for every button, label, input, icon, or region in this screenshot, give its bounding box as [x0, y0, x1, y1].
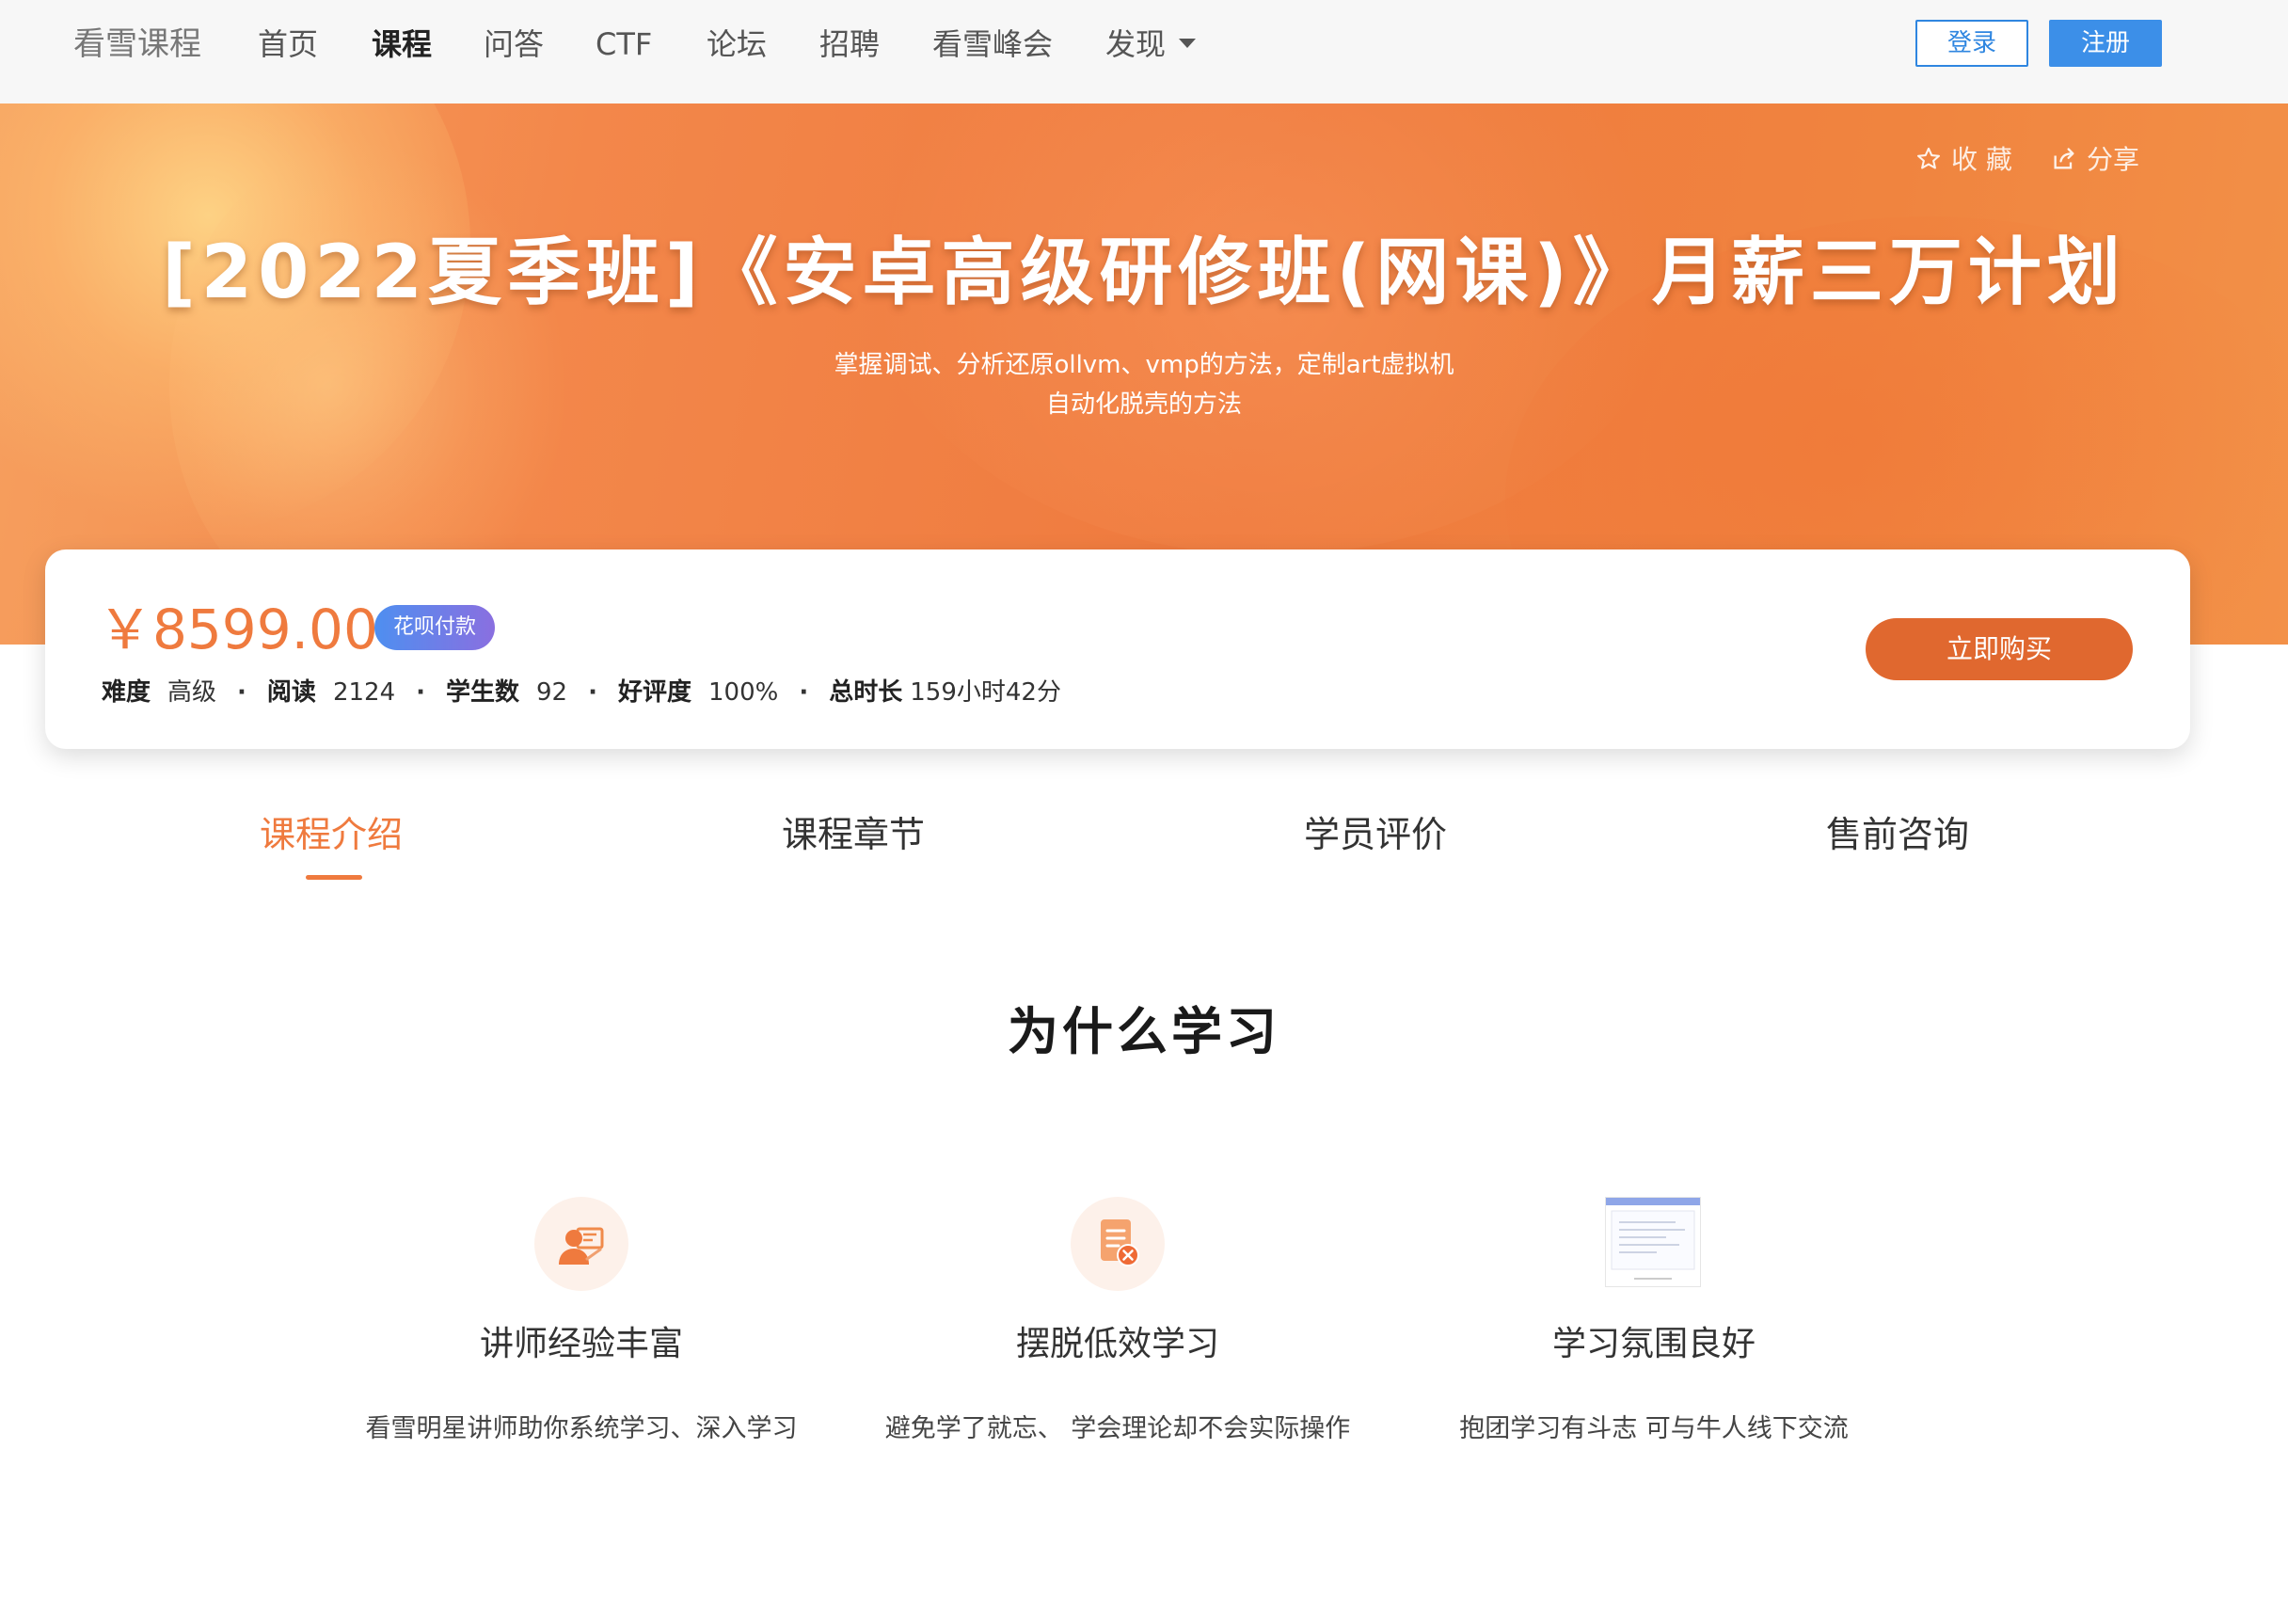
tab-course-chapters[interactable]: 课程章节: [782, 811, 925, 858]
reads-label: 阅读: [266, 678, 316, 707]
duration-value: 159小时42分: [910, 678, 1061, 707]
feature-title: 摆脱低效学习: [1015, 1325, 1219, 1363]
difficulty-value: 高级: [167, 678, 217, 707]
feature-title: 讲师经验丰富: [479, 1325, 683, 1363]
separator-dot: ·: [237, 678, 246, 707]
duration-label: 总时长: [829, 678, 903, 707]
chevron-down-icon: [1179, 39, 1197, 48]
tab-presale-consult[interactable]: 售前咨询: [1826, 811, 1969, 858]
why-study-title: 为什么学习: [1008, 1002, 1280, 1061]
buy-now-button[interactable]: 立即购买: [1866, 618, 2133, 680]
share-label: 分享: [2087, 144, 2140, 175]
feature-description: 避免学了就忘、 学会理论却不会实际操作: [884, 1414, 1351, 1443]
reads-value: 2124: [332, 678, 396, 707]
nav-item-home[interactable]: 首页: [258, 24, 318, 64]
screenshot-thumbnail: [1605, 1197, 1701, 1287]
huabei-payment-badge: 花呗付款: [374, 605, 496, 650]
register-button[interactable]: 注册: [2049, 20, 2162, 67]
rating-label: 好评度: [618, 678, 692, 707]
feature-title: 学习氛围良好: [1551, 1325, 1756, 1363]
document-cancel-icon: [1071, 1197, 1165, 1291]
brand-logo[interactable]: 看雪课程: [73, 24, 201, 64]
nav-item-discover-label: 发现: [1105, 26, 1167, 62]
nav-item-forum[interactable]: 论坛: [707, 24, 767, 64]
course-subtitle-line1: 掌握调试、分析还原ollvm、vmp的方法，定制art虚拟机: [834, 351, 1454, 379]
top-nav: 看雪课程 首页 课程 问答 CTF 论坛 招聘 看雪峰会 发现 登录 注册: [0, 0, 2288, 103]
nav-item-qa[interactable]: 问答: [484, 24, 544, 64]
nav-item-discover[interactable]: 发现: [1105, 24, 1197, 64]
separator-dot: ·: [588, 678, 597, 707]
nav-item-jobs[interactable]: 招聘: [819, 24, 880, 64]
favorite-label: 收 藏: [1951, 144, 2012, 175]
tab-student-reviews[interactable]: 学员评价: [1304, 811, 1447, 858]
feature-description: 抱团学习有斗志 可与牛人线下交流: [1459, 1414, 1849, 1443]
course-title: [2022夏季班]《安卓高级研修班(网课)》月薪三万计划: [162, 231, 2126, 315]
difficulty-label: 难度: [102, 678, 151, 707]
nav-item-courses[interactable]: 课程: [372, 24, 432, 64]
separator-dot: ·: [799, 678, 809, 707]
teacher-icon: [534, 1197, 628, 1291]
share-button[interactable]: 分享: [2051, 143, 2139, 177]
course-subtitle-line2: 自动化脱壳的方法: [1045, 390, 1242, 419]
share-icon: [2054, 148, 2074, 169]
active-tab-indicator: [306, 875, 362, 880]
tab-course-intro[interactable]: 课程介绍: [260, 811, 403, 858]
students-value: 92: [536, 678, 568, 707]
feature-description: 看雪明星讲师助你系统学习、深入学习: [365, 1414, 798, 1443]
rating-value: 100%: [708, 678, 779, 707]
nav-item-summit[interactable]: 看雪峰会: [932, 24, 1053, 64]
login-button[interactable]: 登录: [1915, 20, 2028, 67]
course-price: ￥8599.00: [98, 597, 378, 661]
star-icon: [1916, 147, 1941, 169]
favorite-button[interactable]: 收 藏: [1915, 143, 2012, 177]
nav-item-ctf[interactable]: CTF: [596, 24, 652, 64]
course-stats: 难度 高级 · 阅读 2124 · 学生数 92 · 好评度 100% · 总时长 159小时42分: [102, 676, 1061, 709]
students-label: 学生数: [446, 678, 520, 707]
course-price-card: ￥8599.00 花呗付款 难度 高级 · 阅读 2124 · 学生数 92 · 好评度 100% ·…: [45, 549, 2190, 749]
separator-dot: ·: [416, 678, 425, 707]
